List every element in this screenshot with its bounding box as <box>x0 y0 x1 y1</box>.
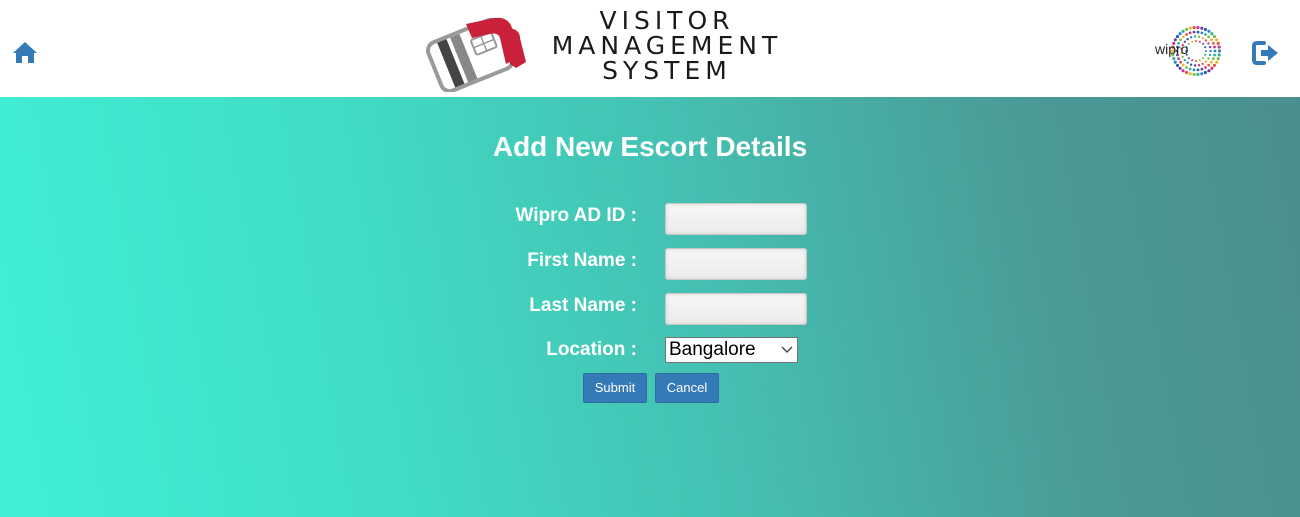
chevron-down-icon <box>781 346 793 353</box>
logo-line-system: SYSTEM <box>602 56 732 85</box>
first-name-input[interactable] <box>665 248 807 280</box>
first-name-label: First Name : <box>527 250 637 271</box>
ad-id-input[interactable] <box>665 203 807 235</box>
card-reader-logo-graphic <box>426 17 526 92</box>
home-icon <box>13 42 37 63</box>
home-button[interactable] <box>12 40 38 64</box>
wipro-logo-text: wipro <box>1155 41 1189 57</box>
logo-text: VISITOR MANAGEMENT SYSTEM <box>542 8 792 83</box>
vms-logo: VISITOR MANAGEMENT SYSTEM <box>424 8 794 92</box>
logout-icon <box>1252 41 1278 65</box>
location-label: Location : <box>546 339 637 360</box>
location-select[interactable]: Bangalore <box>665 337 798 363</box>
location-selected-value: Bangalore <box>669 339 756 360</box>
app-header: VISITOR MANAGEMENT SYSTEM wipro <box>0 0 1300 97</box>
escort-form-panel: Add New Escort Details Wipro AD ID : Fir… <box>0 97 1300 517</box>
logout-button[interactable] <box>1252 40 1280 66</box>
ad-id-label: Wipro AD ID : <box>515 205 637 226</box>
wipro-dots-graphic: wipro <box>1154 26 1222 76</box>
last-name-label: Last Name : <box>529 295 637 316</box>
submit-button[interactable]: Submit <box>583 373 647 403</box>
cancel-button[interactable]: Cancel <box>655 373 719 403</box>
logo-line-visitor: VISITOR <box>599 6 735 35</box>
wipro-logo: wipro <box>1154 24 1222 78</box>
last-name-input[interactable] <box>665 293 807 325</box>
logo-line-management: MANAGEMENT <box>551 31 783 60</box>
page-title: Add New Escort Details <box>492 131 808 162</box>
